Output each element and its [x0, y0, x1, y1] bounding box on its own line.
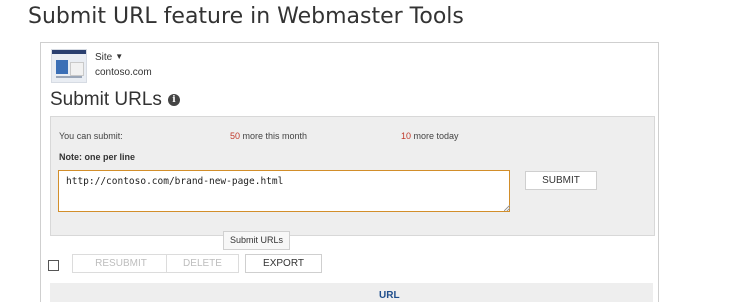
url-input[interactable]	[58, 170, 510, 212]
page: Submit URL feature in Webmaster Tools Si…	[0, 0, 750, 302]
quota-month-text: more this month	[240, 131, 308, 141]
site-domain: contoso.com	[95, 67, 152, 78]
quota-today-count: 10	[401, 131, 412, 141]
quota-today: 10 more today	[401, 131, 459, 141]
site-selector-label: Site	[95, 52, 113, 63]
panel-title: Submit URLs	[50, 89, 162, 110]
quota-today-text: more today	[411, 131, 459, 141]
caret-down-icon: ▼	[115, 52, 124, 61]
webmaster-tools-panel: Site ▼ contoso.com Submit URLs i You can …	[40, 42, 659, 302]
submit-box: You can submit: 50 more this month 10 mo…	[50, 116, 655, 236]
column-header-url[interactable]: URL	[379, 290, 400, 301]
site-thumbnail-icon	[51, 49, 87, 83]
quota-month-count: 50	[230, 131, 241, 141]
select-all-checkbox[interactable]	[48, 260, 59, 271]
export-button[interactable]: EXPORT	[245, 254, 322, 273]
quota-label: You can submit:	[59, 131, 123, 141]
submit-button[interactable]: SUBMIT	[525, 171, 597, 190]
table-header: URL	[50, 283, 653, 302]
info-icon[interactable]: i	[167, 94, 180, 106]
quota-month: 50 more this month	[230, 131, 307, 141]
delete-button[interactable]: DELETE	[166, 254, 239, 273]
resubmit-button[interactable]: RESUBMIT	[72, 254, 170, 273]
panel-title-row: Submit URLs i	[50, 89, 180, 111]
page-heading: Submit URL feature in Webmaster Tools	[28, 4, 464, 29]
resize-grip-icon[interactable]	[504, 205, 510, 211]
site-selector[interactable]: Site ▼	[95, 52, 123, 63]
submit-urls-tooltip: Submit URLs	[223, 231, 291, 250]
note-one-per-line: Note: one per line	[59, 152, 136, 162]
